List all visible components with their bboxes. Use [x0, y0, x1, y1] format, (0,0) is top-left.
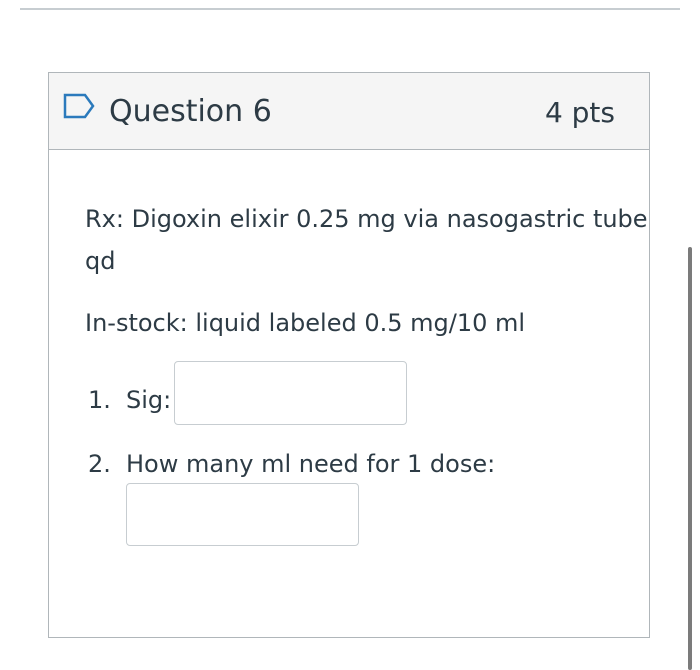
sig-answer-field[interactable]: [174, 361, 407, 425]
rx-text-line-2: qd: [85, 247, 116, 275]
question-card: Question 6 4 pts Rx: Digoxin elixir 0.25…: [48, 72, 650, 638]
in-stock-text: In-stock: liquid labeled 0.5 mg/10 ml: [85, 309, 526, 337]
question-points: 4 pts: [544, 96, 615, 129]
top-divider: [20, 8, 680, 10]
question-title: Question 6: [109, 94, 272, 129]
question-header: Question 6 4 pts: [49, 73, 649, 150]
item-2-number: 2.: [88, 450, 111, 478]
scrollbar[interactable]: [688, 247, 692, 670]
dose-ml-answer-field[interactable]: [126, 483, 359, 546]
item-2-label: How many ml need for 1 dose:: [126, 450, 496, 478]
item-1-number: 1.: [88, 386, 111, 414]
flag-icon[interactable]: [63, 93, 97, 119]
rx-text-line-1: Rx: Digoxin elixir 0.25 mg via nasogastr…: [85, 205, 648, 233]
item-1-label: Sig:: [126, 386, 172, 414]
